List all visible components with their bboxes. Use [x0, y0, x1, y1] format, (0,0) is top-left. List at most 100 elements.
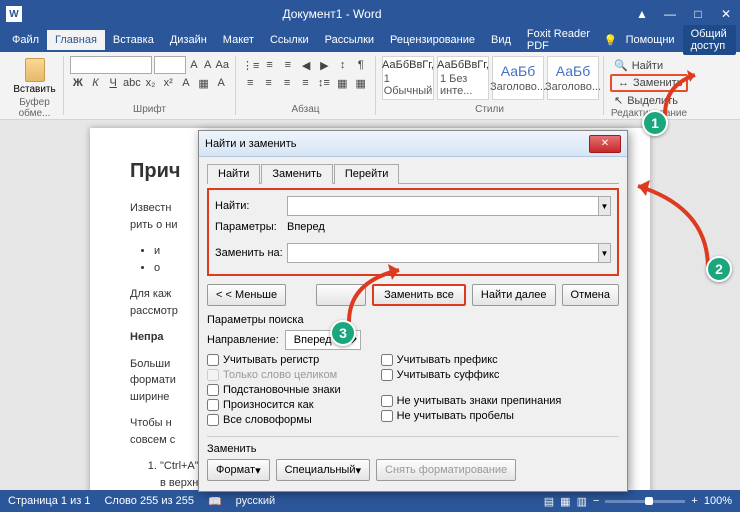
status-proofing-icon[interactable]: 📖 [208, 495, 222, 508]
dialog-tab-replace[interactable]: Заменить [261, 164, 332, 184]
tab-view[interactable]: Вид [483, 30, 519, 50]
bold-icon[interactable]: Ж [70, 74, 86, 92]
format-button[interactable]: Формат ▾ [207, 459, 270, 481]
annotation-2: 2 [706, 256, 732, 282]
view-web-icon[interactable]: ▥ [577, 495, 587, 508]
annotation-arrow-1 [660, 70, 710, 123]
subscript-icon[interactable]: x₂ [143, 74, 159, 92]
underline-icon[interactable]: Ч [105, 74, 121, 92]
help-icon[interactable]: 💡 [604, 34, 618, 47]
tab-references[interactable]: Ссылки [262, 30, 317, 50]
text-effects-icon[interactable]: A [178, 74, 194, 92]
show-marks-icon[interactable]: ¶ [353, 56, 369, 74]
view-read-icon[interactable]: ▤ [544, 495, 554, 508]
shading-icon[interactable]: ▦ [334, 74, 350, 92]
dialog-title: Найти и заменить [205, 138, 589, 150]
style-nospacing[interactable]: АаБбВвГг,1 Без инте... [437, 56, 489, 100]
tab-insert[interactable]: Вставка [105, 30, 162, 50]
multilevel-icon[interactable]: ≡ [280, 56, 296, 74]
status-language[interactable]: русский [236, 495, 275, 507]
replace-label: Заменить на: [215, 247, 287, 259]
tab-file[interactable]: Файл [4, 30, 47, 50]
replace-icon: ↔ [618, 77, 629, 89]
tab-design[interactable]: Дизайн [162, 30, 215, 50]
noformat-button[interactable]: Снять форматирование [376, 459, 516, 481]
find-next-button[interactable]: Найти далее [472, 284, 556, 306]
replace-dropdown-icon[interactable]: ▼ [599, 243, 611, 263]
font-family-select[interactable] [70, 56, 152, 74]
tab-foxit[interactable]: Foxit Reader PDF [519, 24, 604, 56]
group-styles: Стили [382, 104, 597, 115]
chk-suffix[interactable]: Учитывать суффикс [381, 369, 562, 381]
change-case-icon[interactable]: Aa [216, 56, 229, 74]
annotation-arrow-3 [344, 262, 414, 335]
chk-spaces[interactable]: Не учитывать пробелы [381, 410, 562, 422]
shrink-font-icon[interactable]: A [202, 56, 214, 74]
zoom-slider[interactable] [605, 500, 685, 503]
strike-icon[interactable]: abc [123, 74, 141, 92]
help-text[interactable]: Помощни [626, 34, 675, 46]
group-paragraph: Абзац [242, 104, 369, 115]
italic-icon[interactable]: К [88, 74, 104, 92]
view-print-icon[interactable]: ▦ [560, 495, 570, 508]
tab-layout[interactable]: Макет [215, 30, 262, 50]
line-spacing-icon[interactable]: ↕≡ [316, 74, 332, 92]
less-button[interactable]: < < Меньше [207, 284, 286, 306]
highlight-icon[interactable]: ▦ [196, 74, 212, 92]
font-color-icon[interactable]: A [213, 74, 229, 92]
style-normal[interactable]: АаБбВвГг,1 Обычный [382, 56, 434, 100]
chk-whole[interactable]: Только слово целиком [207, 369, 341, 381]
annotation-1: 1 [642, 110, 668, 136]
clipboard-icon [25, 58, 45, 82]
tab-mailings[interactable]: Рассылки [317, 30, 382, 50]
close-icon[interactable]: ✕ [718, 6, 734, 22]
sort-icon[interactable]: ↕ [334, 56, 350, 74]
borders-icon[interactable]: ▦ [353, 74, 369, 92]
group-clipboard: Буфер обме... [12, 97, 57, 119]
annotation-arrow-2 [628, 178, 718, 281]
chk-forms[interactable]: Все словоформы [207, 414, 341, 426]
chk-case[interactable]: Учитывать регистр [207, 354, 341, 366]
align-right-icon[interactable]: ≡ [279, 74, 295, 92]
numbering-icon[interactable]: ≡ [261, 56, 277, 74]
word-app-icon: W [6, 6, 22, 22]
font-size-select[interactable] [154, 56, 186, 74]
status-page[interactable]: Страница 1 из 1 [8, 495, 90, 507]
window-title: Документ1 - Word [30, 7, 634, 21]
superscript-icon[interactable]: x² [160, 74, 176, 92]
increase-indent-icon[interactable]: ▶ [316, 56, 332, 74]
search-icon: 🔍 [614, 59, 628, 72]
find-dropdown-icon[interactable]: ▼ [599, 196, 611, 216]
dialog-tab-goto[interactable]: Перейти [334, 164, 400, 184]
bullets-icon[interactable]: ⋮≡ [242, 56, 259, 74]
dialog-close-button[interactable]: ✕ [589, 135, 621, 153]
justify-icon[interactable]: ≡ [297, 74, 313, 92]
tab-home[interactable]: Главная [47, 30, 105, 50]
paste-button[interactable]: Вставить [12, 56, 57, 97]
find-input[interactable] [287, 196, 599, 216]
style-heading1[interactable]: АаБбЗаголово... [492, 56, 544, 100]
zoom-in-icon[interactable]: + [691, 495, 697, 507]
zoom-out-icon[interactable]: − [593, 495, 599, 507]
group-font: Шрифт [70, 104, 229, 115]
chk-prefix[interactable]: Учитывать префикс [381, 354, 562, 366]
status-words[interactable]: Слово 255 из 255 [104, 495, 194, 507]
replace-input[interactable] [287, 243, 599, 263]
grow-font-icon[interactable]: A [188, 56, 200, 74]
dialog-tab-find[interactable]: Найти [207, 164, 260, 184]
align-left-icon[interactable]: ≡ [242, 74, 258, 92]
cancel-button[interactable]: Отмена [562, 284, 619, 306]
style-heading2[interactable]: АаБбЗаголово... [547, 56, 599, 100]
special-button[interactable]: Специальный ▾ [276, 459, 370, 481]
chk-punct[interactable]: Не учитывать знаки препинания [381, 395, 562, 407]
decrease-indent-icon[interactable]: ◀ [298, 56, 314, 74]
share-button[interactable]: Общий доступ [683, 25, 736, 55]
maximize-icon[interactable]: □ [690, 6, 706, 22]
align-center-icon[interactable]: ≡ [260, 74, 276, 92]
minimize-icon[interactable]: — [662, 6, 678, 22]
ribbon-collapse-icon[interactable]: ▲ [634, 6, 650, 22]
tab-review[interactable]: Рецензирование [382, 30, 483, 50]
chk-wildcards[interactable]: Подстановочные знаки [207, 384, 341, 396]
chk-sounds[interactable]: Произносится как [207, 399, 341, 411]
zoom-level[interactable]: 100% [704, 495, 732, 507]
